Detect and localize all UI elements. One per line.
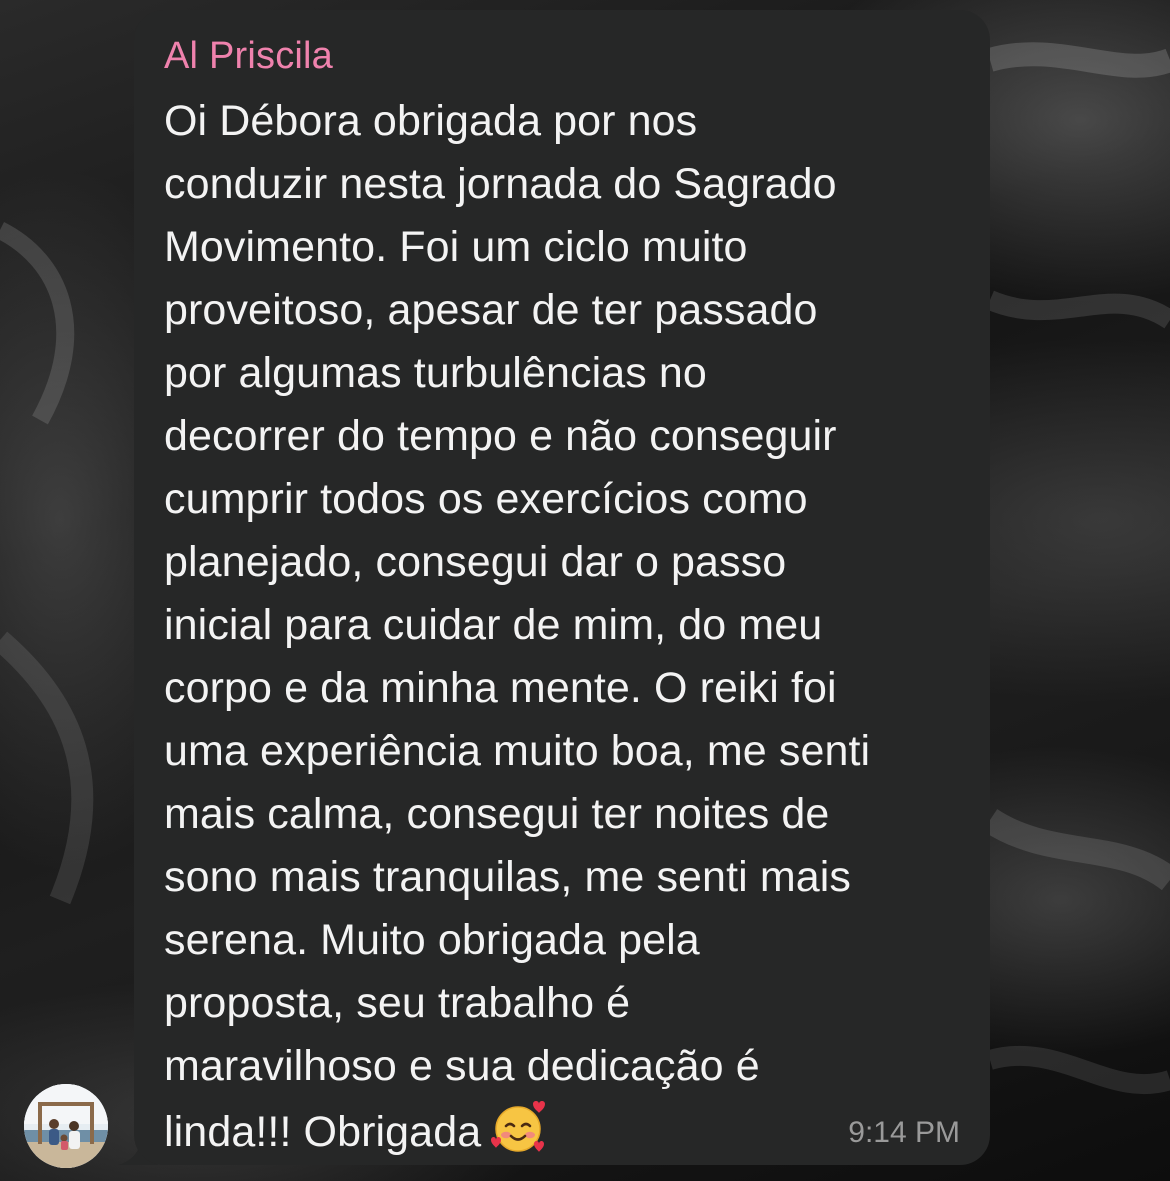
message-line: mais calma, consegui ter noites de [164, 790, 830, 838]
message-line: linda!!! Obrigada [164, 1108, 482, 1156]
message-line: por algumas turbulências no [164, 349, 707, 397]
message-text: Oi Débora obrigada por nos conduzir nest… [164, 90, 960, 1164]
message-bubble[interactable]: Al Priscila Oi Débora obrigada por nos c… [134, 10, 990, 1165]
message-timestamp: 9:14 PM [848, 1116, 960, 1149]
message-line: planejado, consegui dar o passo [164, 538, 787, 586]
message-line: serena. Muito obrigada pela [164, 916, 700, 964]
message-line: decorrer do tempo e não conseguir [164, 412, 837, 460]
message-line: sono mais tranquilas, me senti mais [164, 853, 852, 901]
message-line: Oi Débora obrigada por nos [164, 97, 698, 145]
message-line: inicial para cuidar de mim, do meu [164, 601, 823, 649]
message-line: uma experiência muito boa, me senti [164, 727, 871, 775]
avatar-photo-icon [24, 1084, 108, 1168]
message-line: conduzir nesta jornada do Sagrado [164, 160, 837, 208]
message-line: corpo e da minha mente. O reiki foi [164, 664, 837, 712]
message-last-line: linda!!! Obrigada [164, 1098, 960, 1164]
smiling-face-with-hearts-icon [491, 1101, 546, 1152]
message-line: proveitoso, apesar de ter passado [164, 286, 818, 334]
message-line: Movimento. Foi um ciclo muito [164, 223, 748, 271]
sender-name[interactable]: Al Priscila [164, 32, 960, 80]
message-line: maravilhoso e sua dedicação é [164, 1042, 760, 1090]
avatar[interactable] [24, 1084, 108, 1168]
message-line: proposta, seu trabalho é [164, 979, 631, 1027]
message-line: cumprir todos os exercícios como [164, 475, 808, 523]
